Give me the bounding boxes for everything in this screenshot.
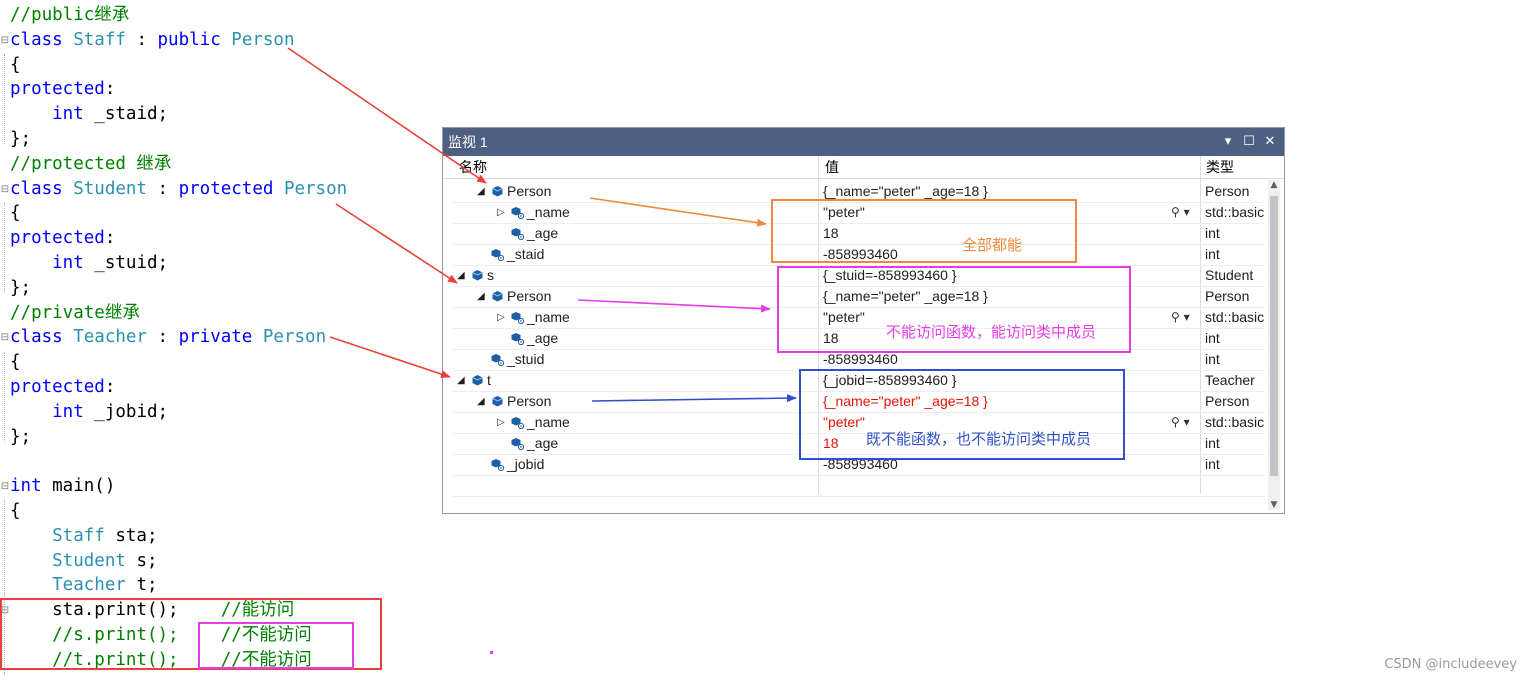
arrow-staff-person [589, 197, 767, 227]
arrow-teacher-person [591, 394, 797, 403]
annotation-arrows [287, 47, 797, 654]
arrow-staff [287, 47, 487, 184]
stray-dot [490, 651, 493, 654]
arrow-student-person [577, 299, 771, 313]
arrow-teacher [329, 336, 451, 378]
arrow-student [335, 203, 458, 284]
watermark: CSDN @includeevey [1384, 657, 1517, 672]
